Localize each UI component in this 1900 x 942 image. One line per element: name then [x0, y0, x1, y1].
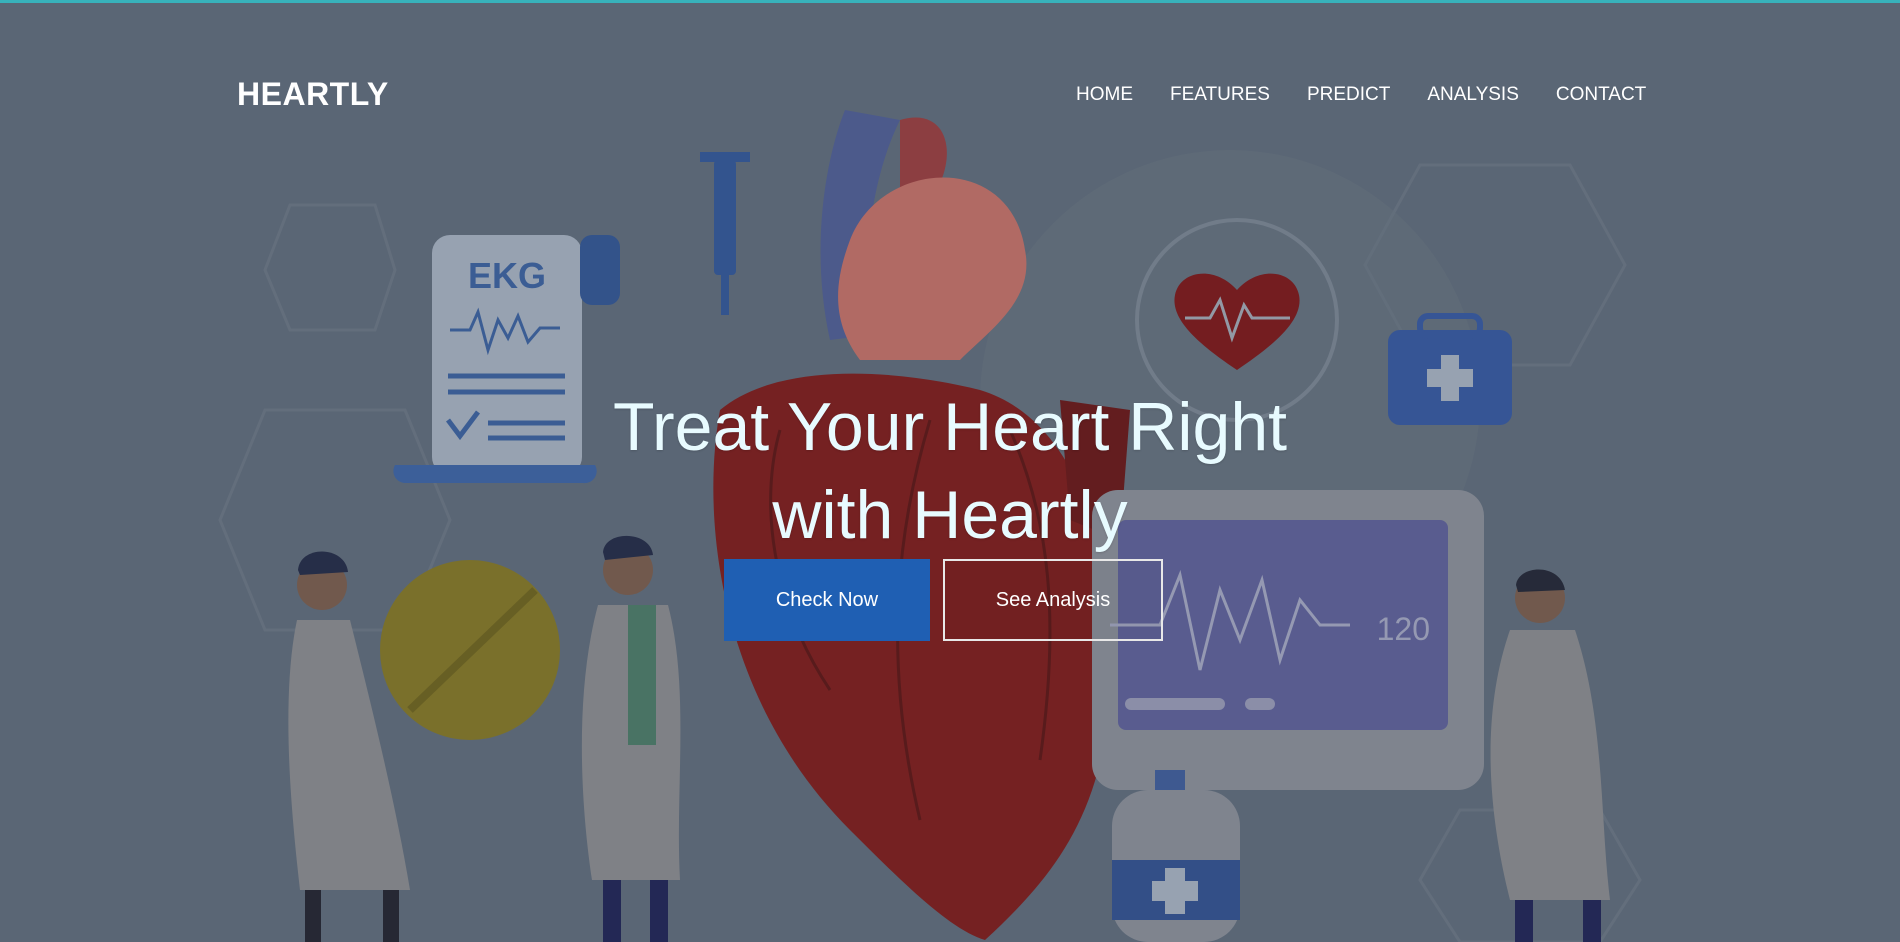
check-now-button[interactable]: Check Now	[724, 559, 930, 641]
nav-menu: HOME FEATURES PREDICT ANALYSIS CONTACT	[1076, 84, 1646, 106]
hero-title-line-1: Treat Your Heart Right	[612, 388, 1288, 465]
nav-item-home[interactable]: HOME	[1076, 84, 1133, 106]
nav-item-features[interactable]: FEATURES	[1170, 84, 1270, 106]
brand-logo[interactable]: HEARTLY	[237, 76, 389, 113]
nav-item-predict[interactable]: PREDICT	[1307, 84, 1390, 106]
see-analysis-button[interactable]: See Analysis	[943, 559, 1163, 641]
navbar: HEARTLY HOME FEATURES PREDICT ANALYSIS C…	[0, 0, 1900, 190]
nav-item-analysis[interactable]: ANALYSIS	[1427, 84, 1519, 106]
hero-title: Treat Your Heart Right with Heartly	[500, 383, 1400, 559]
nav-item-contact[interactable]: CONTACT	[1556, 84, 1646, 106]
hero-title-line-2: with Heartly	[772, 476, 1128, 553]
